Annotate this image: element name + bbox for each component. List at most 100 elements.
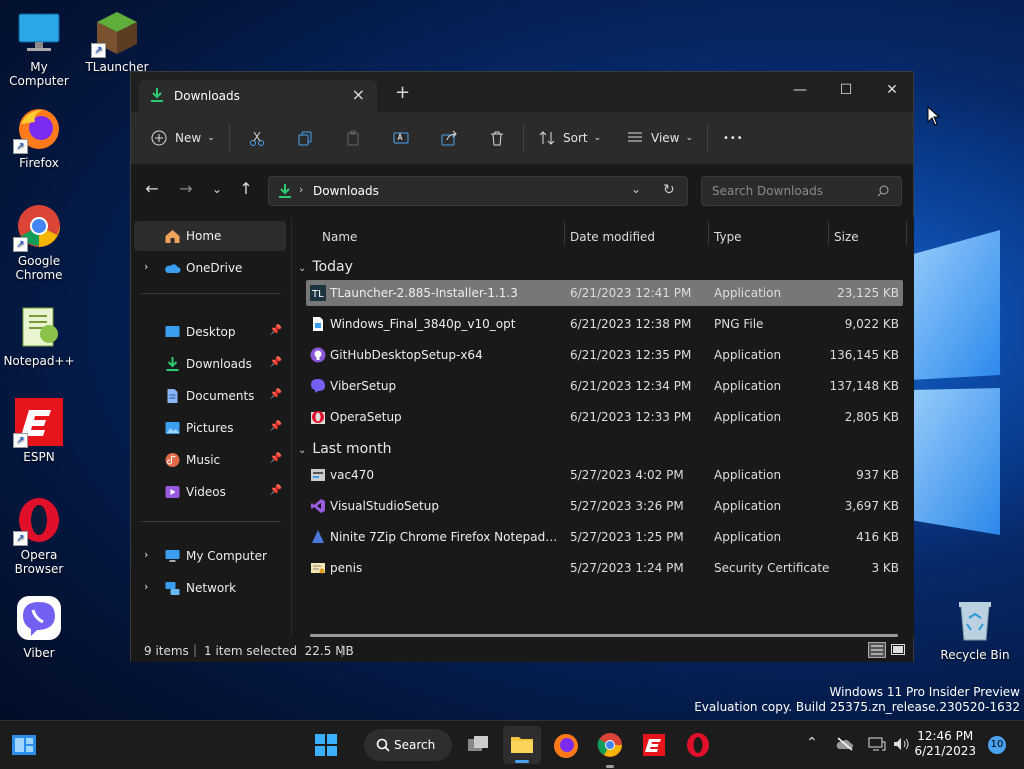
notification-badge[interactable]: 10: [988, 736, 1006, 754]
column-divider[interactable]: [828, 221, 829, 245]
clock[interactable]: 12:46 PM 6/21/2023: [914, 729, 976, 759]
minimize-button[interactable]: —: [777, 76, 823, 104]
more-options-button[interactable]: •••: [723, 126, 744, 150]
selection-info: 1 item selected 22.5 MB: [204, 644, 354, 658]
table-row[interactable]: VisualStudioSetup 5/27/2023 3:26 PM Appl…: [306, 493, 903, 519]
nav-item-home[interactable]: Home: [134, 221, 286, 251]
desktop-icon-firefox[interactable]: ↗ Firefox: [0, 104, 78, 170]
paste-button[interactable]: [345, 126, 361, 150]
task-view-icon[interactable]: [462, 729, 494, 761]
delete-button[interactable]: [489, 126, 505, 150]
address-row: ← → ⌄ ↑ › Downloads ⌄ ↻: [131, 165, 913, 217]
copy-button[interactable]: [297, 126, 313, 150]
chevron-right-icon[interactable]: ›: [144, 260, 148, 273]
search-icon: [376, 738, 390, 752]
table-row[interactable]: GitHubDesktopSetup-x64 6/21/2023 12:35 P…: [306, 342, 903, 368]
column-divider[interactable]: [906, 221, 907, 245]
group-header-last-month[interactable]: ⌄ Last month: [298, 441, 391, 457]
search-input[interactable]: [710, 183, 874, 199]
forward-button[interactable]: →: [175, 177, 197, 201]
ninite-icon: [312, 530, 324, 543]
new-button[interactable]: New ⌄: [151, 126, 215, 150]
firefox-icon[interactable]: [550, 729, 582, 761]
tab-downloads[interactable]: Downloads ×: [139, 80, 377, 112]
network-icon[interactable]: [868, 736, 886, 752]
onedrive-offline-icon[interactable]: [836, 737, 854, 751]
widgets-icon[interactable]: [8, 729, 40, 761]
up-button[interactable]: ↑: [235, 177, 257, 201]
chevron-down-icon: ⌄: [207, 133, 215, 143]
nav-item-videos[interactable]: Videos 📌: [134, 477, 286, 507]
table-row[interactable]: Windows_Final_3840p_v10_opt 6/21/2023 12…: [306, 311, 903, 337]
github-icon: [310, 347, 326, 363]
nav-item-desktop[interactable]: Desktop 📌: [134, 317, 286, 347]
chevron-down-icon: ⌄: [593, 133, 602, 143]
table-row[interactable]: ViberSetup 6/21/2023 12:34 PM Applicatio…: [306, 373, 903, 399]
desktop-icon-opera[interactable]: ↗ Opera Browser: [0, 496, 78, 576]
column-header-name[interactable]: Name: [322, 225, 357, 249]
desktop-icon-google-chrome[interactable]: ↗ Google Chrome: [0, 202, 78, 282]
table-row[interactable]: penis 5/27/2023 1:24 PM Security Certifi…: [306, 555, 903, 581]
status-divider: |: [340, 643, 345, 657]
start-button-windows-icon[interactable]: [310, 729, 342, 761]
group-header-today[interactable]: ⌄ Today: [298, 259, 353, 275]
desktop-icon-viber[interactable]: Viber: [0, 594, 78, 660]
volume-icon[interactable]: [892, 736, 910, 752]
nav-item-network[interactable]: › Network: [134, 573, 286, 603]
column-header-size[interactable]: Size: [834, 225, 859, 249]
column-header-type[interactable]: Type: [714, 225, 742, 249]
close-button[interactable]: ✕: [869, 76, 915, 104]
share-button[interactable]: [441, 126, 457, 150]
view-button[interactable]: View ⌄: [627, 126, 693, 150]
chrome-icon[interactable]: [594, 729, 626, 761]
evaluation-watermark: Windows 11 Pro Insider Preview Evaluatio…: [694, 685, 1020, 714]
table-row[interactable]: OperaSetup 6/21/2023 12:33 PM Applicatio…: [306, 404, 903, 430]
recent-locations-button[interactable]: ⌄: [206, 177, 228, 201]
copy-icon: [298, 131, 312, 146]
desktop-icon-notepad-plus[interactable]: Notepad++: [0, 302, 78, 368]
new-tab-button[interactable]: +: [395, 82, 410, 103]
table-row[interactable]: vac470 5/27/2023 4:02 PM Application 937…: [306, 462, 903, 488]
search-box[interactable]: [701, 176, 902, 206]
column-header-date[interactable]: Date modified: [570, 225, 655, 249]
nav-item-documents[interactable]: Documents 📌: [134, 381, 286, 411]
sort-button[interactable]: Sort ⌄: [539, 126, 601, 150]
refresh-icon[interactable]: ↻: [663, 182, 675, 198]
desktop-icon-espn[interactable]: ↗ ESPN: [0, 398, 78, 464]
address-bar[interactable]: › Downloads ⌄ ↻: [268, 176, 688, 206]
chevron-right-icon[interactable]: ›: [144, 580, 148, 593]
back-button[interactable]: ←: [141, 177, 163, 201]
tiles-view-icon[interactable]: [890, 642, 906, 658]
taskbar-file-explorer[interactable]: [503, 726, 541, 764]
table-row[interactable]: TL TLauncher-2.885-Installer-1.1.3 6/21/…: [306, 280, 903, 306]
nav-item-my-computer[interactable]: › My Computer: [134, 541, 286, 571]
breadcrumb[interactable]: Downloads: [313, 184, 379, 198]
column-divider[interactable]: [708, 221, 709, 245]
details-view-icon[interactable]: [868, 642, 886, 658]
horizontal-scrollbar[interactable]: [310, 634, 898, 637]
nav-item-onedrive[interactable]: › OneDrive: [134, 253, 286, 283]
maximize-button[interactable]: ☐: [823, 76, 869, 104]
espn-icon[interactable]: [638, 729, 670, 761]
tab-close-icon[interactable]: ×: [352, 85, 365, 104]
tlauncher-icon: TL: [310, 285, 326, 301]
column-divider[interactable]: [564, 221, 565, 245]
rename-button[interactable]: [393, 126, 409, 150]
desktop-icon-my-computer[interactable]: My Computer: [0, 8, 78, 88]
opera-icon[interactable]: [682, 729, 714, 761]
table-row[interactable]: Ninite 7Zip Chrome Firefox Notepad Inst.…: [306, 524, 903, 550]
taskbar-search-button[interactable]: Search: [364, 729, 452, 761]
nav-item-downloads[interactable]: Downloads 📌: [134, 349, 286, 379]
show-hidden-icons-icon[interactable]: ⌃: [806, 735, 818, 751]
nav-item-music[interactable]: Music 📌: [134, 445, 286, 475]
address-dropdown-icon[interactable]: ⌄: [631, 182, 641, 196]
command-bar: New ⌄ Sort ⌄ View ⌄ •••: [131, 112, 913, 165]
chevron-right-icon[interactable]: ›: [144, 548, 148, 561]
desktop-icon-tlauncher[interactable]: ↗ TLauncher: [78, 8, 156, 74]
file-list: Name Date modified Type Size ⌄ Today TL T…: [291, 217, 914, 637]
pin-icon: 📌: [269, 485, 282, 496]
nav-item-pictures[interactable]: Pictures 📌: [134, 413, 286, 443]
navigation-pane: Home › OneDrive Desktop 📌 Downloads 📌 Do…: [131, 217, 289, 637]
desktop-icon-recycle-bin[interactable]: Recycle Bin: [936, 596, 1014, 662]
cut-button[interactable]: [249, 126, 265, 150]
